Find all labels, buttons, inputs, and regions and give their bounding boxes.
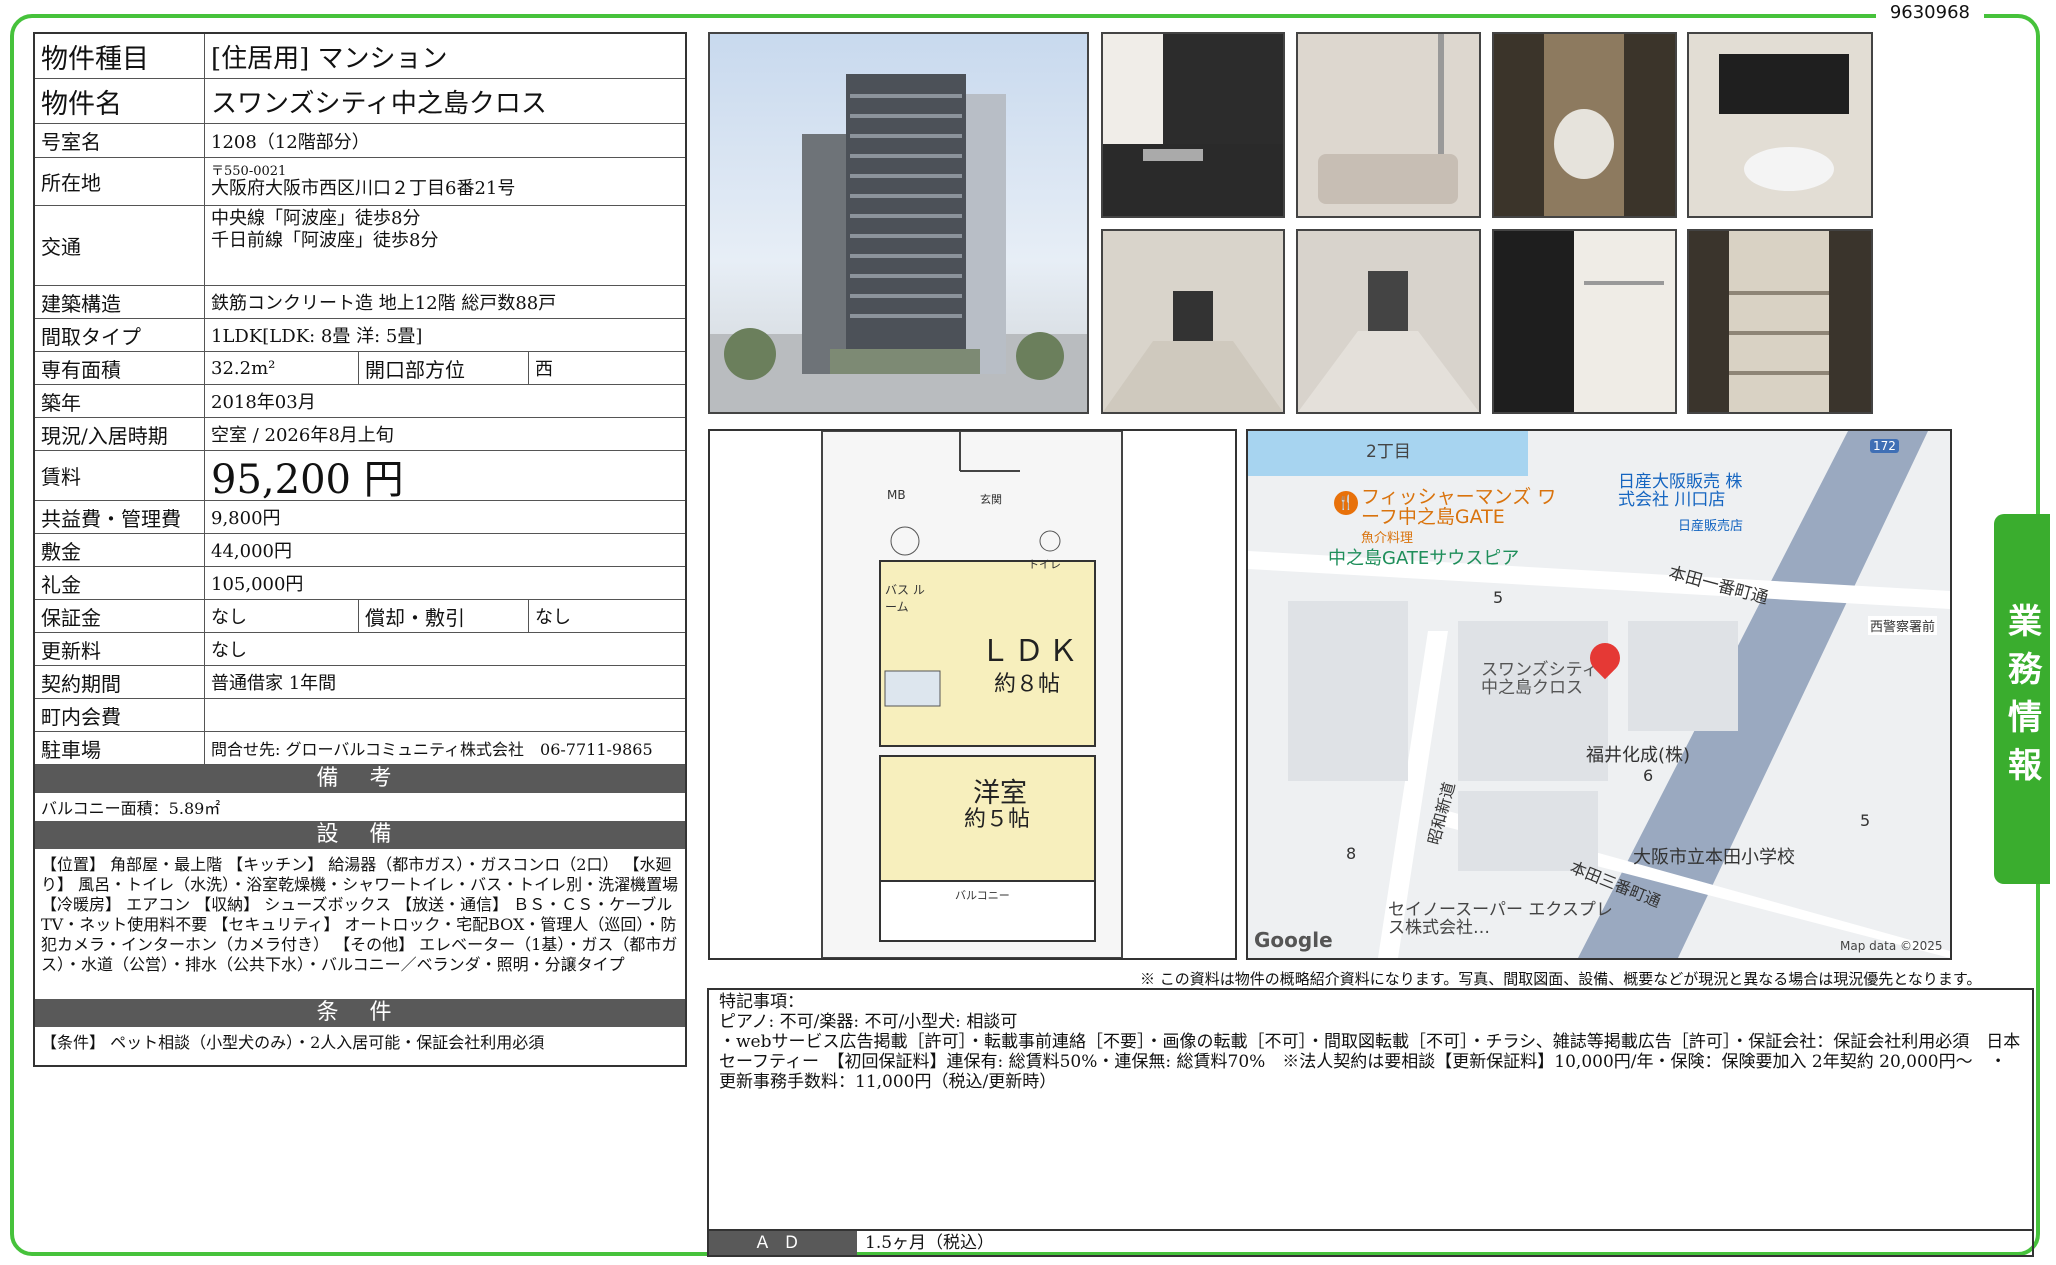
bathroom-photo[interactable] xyxy=(1296,32,1481,218)
plan-ldk-label: ＬＤＫ xyxy=(980,634,1082,669)
conditions-text: 【条件】 ペット相談（小型犬のみ）・2人入居可能・保証会社利用必須 xyxy=(41,1033,545,1052)
row-room: 号室名 1208（12階部分） xyxy=(35,124,685,158)
row-town-fee: 町内会費 xyxy=(35,699,685,732)
row-rent: 賃料 95,200 円 xyxy=(35,451,685,503)
poi-honda-elementary[interactable]: 大阪市立本田小学校 xyxy=(1633,843,1795,869)
hallway-photo[interactable] xyxy=(1296,229,1481,414)
property-info-table: 物件種目 [住居用] マンション 物件名 スワンズシティ中之島クロス 号室名 1… xyxy=(33,32,687,1067)
special-notes: 特記事項： ピアノ: 不可/楽器: 不可/小型犬: 相談可 ・webサービス広告… xyxy=(707,988,2034,1231)
facilities-header: 設 備 xyxy=(35,821,685,849)
facilities-text: 【位置】 角部屋・最上階 【キッチン】 給湯器（都市ガス）・ガスコンロ（2口） … xyxy=(41,855,679,974)
row-name: 物件名 スワンズシティ中之島クロス xyxy=(35,79,685,124)
row-area: 専有面積 32.2m² 開口部方位 西 xyxy=(35,352,685,385)
document-id: 9630968 xyxy=(1875,2,1984,23)
row-layout: 間取タイプ 1LDK[LDK: 8畳 洋: 5畳] xyxy=(35,319,685,352)
row-parking: 駐車場 問合せ先: グローバルコミュニティ株式会社 06-7711-9865 xyxy=(35,732,685,765)
closet-photo[interactable] xyxy=(1492,229,1677,414)
poi-gate-south-pier[interactable]: 中之島GATEサウスピア xyxy=(1328,544,1519,570)
floor-plan[interactable]: MB 玄関 バス ルーム トイレ ＬＤＫ 約８帖 洋室 約５帖 バルコニー xyxy=(708,429,1237,960)
disclaimer-notice: ※ この資料は物件の概略紹介資料になります。写真、間取図面、設備、概要などが現況… xyxy=(1140,970,1982,988)
restaurant-icon: 🍴 xyxy=(1334,491,1358,515)
row-structure: 建築構造 鉄筋コンクリート造 地上12階 総戸数88戸 xyxy=(35,286,685,319)
route-172-shield: 172 xyxy=(1870,439,1899,453)
row-guarantee: 保証金 なし 償却・敷引 なし xyxy=(35,600,685,633)
rent-amount: 95,200 円 xyxy=(211,456,404,503)
address-text: 大阪府大阪市西区川口２丁目6番21号 xyxy=(211,177,516,199)
row-built: 築年 2018年03月 xyxy=(35,385,685,418)
row-key-money: 礼金 105,000円 xyxy=(35,567,685,600)
poi-fukui-kasei[interactable]: 福井化成(株) xyxy=(1586,741,1690,767)
poi-seino-super-express[interactable]: セイノースーパー エクスプレス株式会社… xyxy=(1388,901,1618,937)
access-line-2: 千日前線「阿波座」徒歩8分 xyxy=(211,230,439,251)
row-deposit: 敷金 44,000円 xyxy=(35,534,685,567)
washbasin-photo[interactable] xyxy=(1687,32,1873,218)
living-room-photo[interactable] xyxy=(1101,229,1285,414)
row-address: 所在地 〒550-0021 大阪府大阪市西区川口２丁目6番21号 xyxy=(35,158,685,206)
remarks-header: 備 考 xyxy=(35,765,685,793)
row-access: 交通 中央線「阿波座」徒歩8分 千日前線「阿波座」徒歩8分 xyxy=(35,206,685,286)
location-map[interactable]: 2丁目 フィッシャーマンズ ワーフ中之島GATE 魚介料理 🍴 中之島GATEサ… xyxy=(1246,429,1952,960)
business-info-tab[interactable]: 業務情報 xyxy=(1994,514,2050,884)
row-fee: 共益費・管理費 9,800円 xyxy=(35,501,685,534)
shoe-storage-photo[interactable] xyxy=(1687,229,1873,414)
postal-code: 〒550-0021 xyxy=(211,163,287,179)
row-contract: 契約期間 普通借家 1年間 xyxy=(35,666,685,699)
ad-row: ＡＤ 1.5ヶ月（税込） xyxy=(707,1231,2034,1257)
access-line-1: 中央線「阿波座」徒歩8分 xyxy=(211,208,421,229)
poi-fishermans-wharf[interactable]: フィッシャーマンズ ワーフ中之島GATE xyxy=(1361,487,1571,527)
row-type: 物件種目 [住居用] マンション xyxy=(35,34,685,79)
google-logo: Google xyxy=(1254,928,1333,952)
conditions-header: 条 件 xyxy=(35,999,685,1027)
building-exterior-photo[interactable] xyxy=(708,32,1089,414)
remarks-text: バルコニー面積：5.89㎡ xyxy=(41,799,221,818)
row-renewal: 更新料 なし xyxy=(35,633,685,666)
kitchen-photo[interactable] xyxy=(1101,32,1285,218)
toilet-photo[interactable] xyxy=(1492,32,1677,218)
poi-nissan-dealer[interactable]: 日産大阪販売 株式会社 川口店 xyxy=(1618,473,1758,509)
